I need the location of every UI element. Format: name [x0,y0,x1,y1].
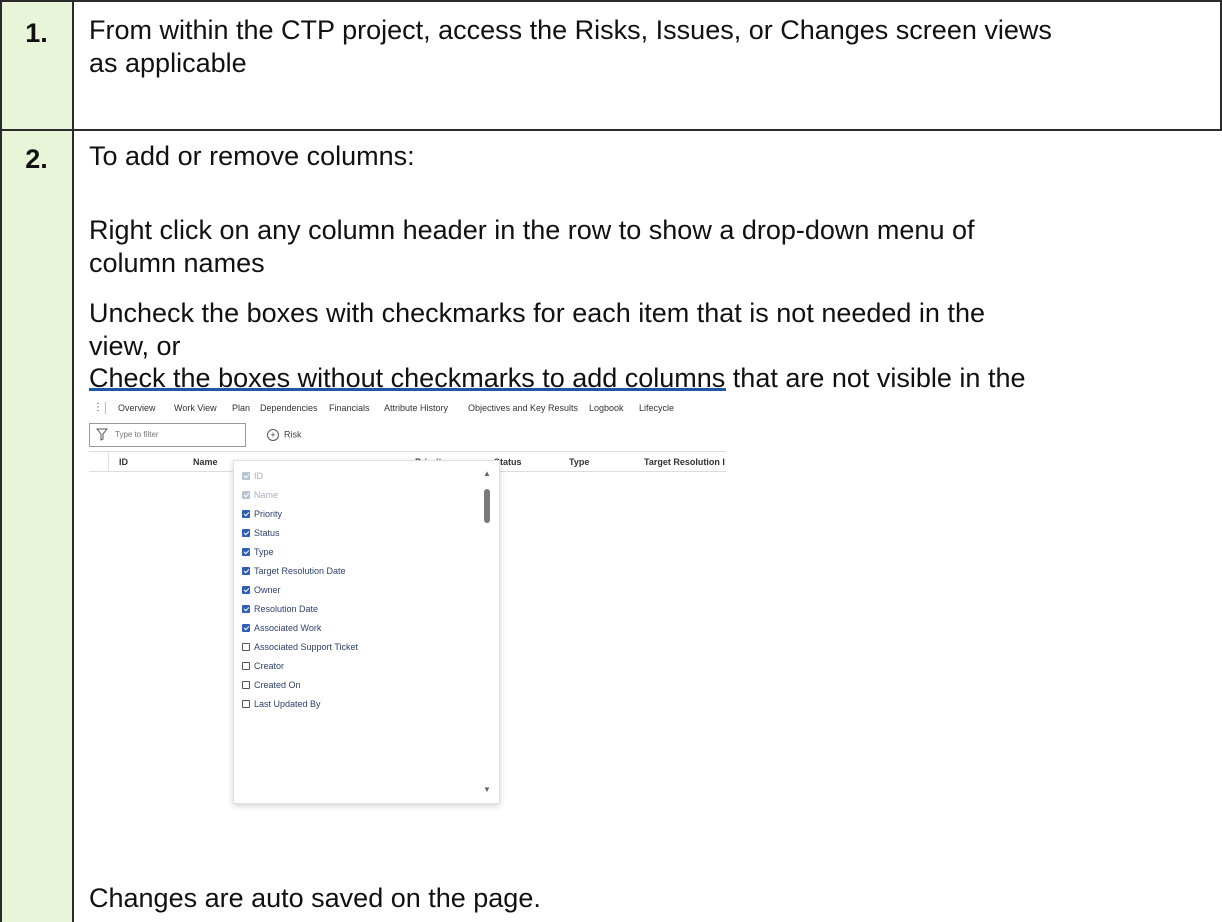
instruction-table: 1. From within the CTP project, access t… [0,0,1222,922]
grid-header-top-line [89,451,726,452]
column-separator [108,451,109,471]
checkbox-unchecked[interactable] [242,662,250,670]
menu-item-type[interactable]: Type [242,547,274,561]
add-risk-button[interactable]: + Risk [267,429,302,441]
step-2-right-click-line-2: column names [89,248,265,278]
header-accent-bar [89,388,726,391]
menu-item-created-on[interactable]: Created On [242,680,301,694]
step-2-footer: Changes are auto saved on the page. [89,883,541,913]
table-border-left [0,0,2,922]
checkbox-checked[interactable] [242,624,250,632]
column-header-target-resolution[interactable]: Target Resolution I [644,457,725,467]
tab-logbook[interactable]: Logbook [589,403,624,413]
checkbox-unchecked[interactable] [242,643,250,651]
step-number: 2. [25,144,48,174]
tab-plan[interactable]: Plan [232,403,250,413]
menu-item-id: ID [242,471,263,485]
embedded-screenshot: ⋮ Overview Work View Plan Dependencies F… [89,388,726,820]
menu-item-associated-support-ticket[interactable]: Associated Support Ticket [242,642,358,656]
column-header-name[interactable]: Name [193,457,218,467]
step-2-uncheck-line-1: Uncheck the boxes with checkmarks for ea… [89,298,985,328]
column-header-id[interactable]: ID [119,457,128,467]
add-circle-icon: + [267,429,279,441]
step-number: 1. [25,18,48,48]
checkbox-disabled-checked [242,491,250,499]
step-2-uncheck-line-2: view, or [89,331,181,361]
tab-objectives-key-results[interactable]: Objectives and Key Results [468,403,578,413]
checkbox-disabled-checked [242,472,250,480]
menu-item-status[interactable]: Status [242,528,280,542]
tab-financials[interactable]: Financials [329,403,370,413]
menu-item-priority[interactable]: Priority [242,509,282,523]
tab-attribute-history[interactable]: Attribute History [384,403,448,413]
tab-lifecycle[interactable]: Lifecycle [639,403,674,413]
checkbox-checked[interactable] [242,567,250,575]
filter-input[interactable]: Type to filter [89,423,246,447]
tab-separator [105,402,106,414]
checkbox-checked[interactable] [242,510,250,518]
menu-item-creator[interactable]: Creator [242,661,284,675]
scrollbar-thumb[interactable] [484,489,490,523]
menu-item-target-resolution-date[interactable]: Target Resolution Date [242,566,346,580]
checkbox-checked[interactable] [242,529,250,537]
menu-item-resolution-date[interactable]: Resolution Date [242,604,318,618]
step-number-column [0,0,73,922]
checkbox-checked[interactable] [242,605,250,613]
checkbox-unchecked[interactable] [242,700,250,708]
more-menu-icon[interactable]: ⋮ [93,402,103,413]
table-border-top [0,0,1222,2]
add-risk-label: Risk [284,429,302,440]
tab-overview[interactable]: Overview [118,403,156,413]
column-header-type[interactable]: Type [569,457,589,467]
step-1-line-1: From within the CTP project, access the … [89,15,1052,45]
table-row-divider [0,129,1222,131]
step-1-line-2: as applicable [89,48,247,78]
menu-item-name: Name [242,490,278,504]
scroll-up-arrow-icon[interactable]: ▲ [483,469,491,478]
step-2-intro: To add or remove columns: [89,141,415,171]
filter-placeholder: Type to filter [115,430,159,439]
checkbox-unchecked[interactable] [242,681,250,689]
tab-work-view[interactable]: Work View [174,403,217,413]
menu-item-owner[interactable]: Owner [242,585,281,599]
menu-item-associated-work[interactable]: Associated Work [242,623,321,637]
column-chooser-menu: ID Name Priority Status Type Target Reso… [233,460,500,804]
step-2-right-click-line-1: Right click on any column header in the … [89,215,975,245]
tab-dependencies[interactable]: Dependencies [260,403,318,413]
scroll-down-arrow-icon[interactable]: ▼ [483,785,491,794]
table-column-divider [72,0,74,922]
checkbox-checked[interactable] [242,586,250,594]
menu-item-last-updated-by[interactable]: Last Updated By [242,699,321,713]
filter-icon [96,428,108,441]
checkbox-checked[interactable] [242,548,250,556]
